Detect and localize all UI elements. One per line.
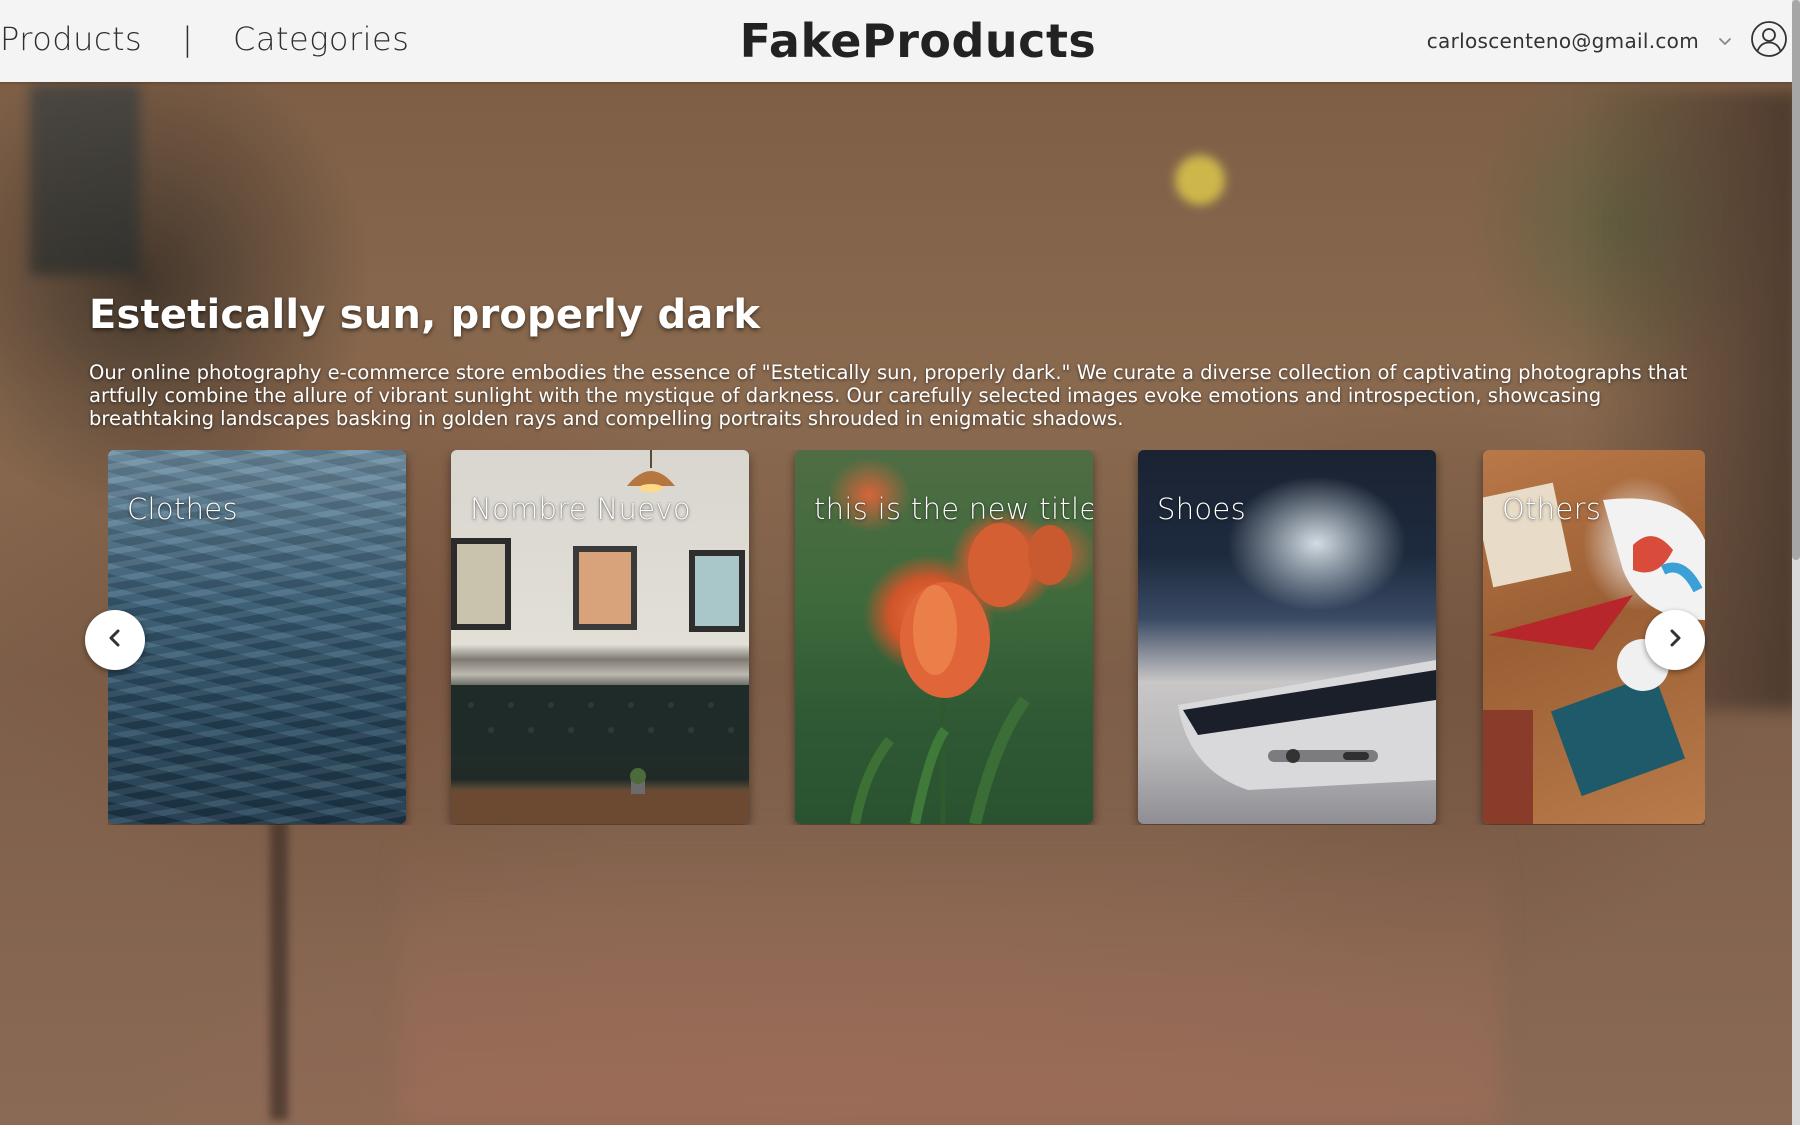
background-street: [400, 820, 1500, 1125]
background-pole: [270, 820, 288, 1120]
card-label: Nombre Nuevo: [470, 492, 691, 526]
page-scrollbar-thumb[interactable]: [1792, 0, 1800, 560]
user-email-menu[interactable]: carloscenteno@gmail.com: [1427, 29, 1699, 53]
category-card-shoes[interactable]: Shoes: [1138, 450, 1436, 824]
category-carousel: Clothes Nombre Nuevo this is the new tit…: [108, 450, 1705, 825]
category-card-clothes[interactable]: Clothes: [108, 450, 406, 824]
card-label: Clothes: [127, 492, 238, 526]
background-lamp: [1175, 155, 1225, 205]
category-card-new-title[interactable]: this is the new title: [795, 450, 1093, 824]
carousel-prev-button[interactable]: [85, 610, 145, 670]
chevron-left-icon: [103, 626, 127, 654]
chevron-down-icon[interactable]: [1714, 30, 1736, 52]
card-label: this is the new title: [814, 492, 1093, 526]
top-navbar: Products | Categories FakeProducts carlo…: [0, 0, 1792, 82]
chevron-right-icon: [1663, 626, 1687, 654]
card-label: Others: [1502, 492, 1602, 526]
user-avatar-icon[interactable]: [1750, 20, 1788, 58]
category-card-nombre-nuevo[interactable]: Nombre Nuevo: [451, 450, 749, 824]
background-window: [30, 85, 140, 275]
hero-title: Estetically sun, properly dark: [89, 292, 761, 338]
card-label: Shoes: [1157, 492, 1246, 526]
carousel-next-button[interactable]: [1645, 610, 1705, 670]
hero-description: Our online photography e-commerce store …: [89, 361, 1688, 430]
